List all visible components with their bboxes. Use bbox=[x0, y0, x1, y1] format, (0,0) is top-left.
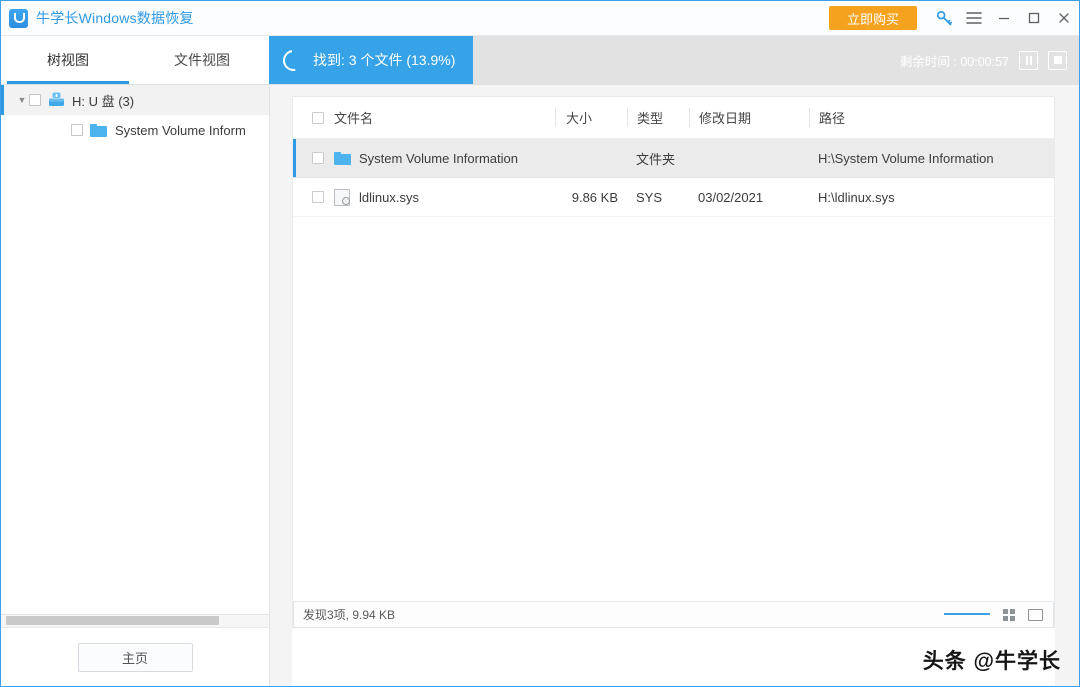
tab-file-view-label: 文件视图 bbox=[174, 50, 230, 70]
column-header-date[interactable]: 修改日期 bbox=[689, 108, 809, 127]
stop-square bbox=[1054, 56, 1062, 64]
cell-path: H:\System Volume Information bbox=[809, 151, 1054, 166]
window-controls: 立即购买 bbox=[829, 1, 1079, 35]
scan-status-bar: 找到: 3 个文件 (13.9%) 剩余时间 : 00:00:57 bbox=[269, 36, 1079, 84]
tree-item-system-volume-information-label: System Volume Inform bbox=[115, 123, 246, 138]
tab-tree-view[interactable]: 树视图 bbox=[1, 36, 135, 84]
folder-icon bbox=[90, 123, 107, 137]
folder-icon bbox=[334, 151, 351, 165]
cell-date: 03/02/2021 bbox=[689, 190, 809, 205]
scan-progress-fill: 找到: 3 个文件 (13.9%) bbox=[269, 36, 473, 84]
view-tabs: 树视图 文件视图 bbox=[1, 36, 269, 84]
application-window: 牛学长Windows数据恢复 立即购买 bbox=[0, 0, 1080, 687]
scrollbar-thumb[interactable] bbox=[6, 616, 219, 625]
tree-item-checkbox[interactable] bbox=[71, 124, 83, 136]
row-checkbox[interactable] bbox=[312, 191, 324, 203]
chevron-down-icon[interactable]: ▼ bbox=[15, 96, 29, 105]
cell-name: ldlinux.sys bbox=[293, 189, 555, 206]
maximize-icon[interactable] bbox=[1019, 1, 1049, 35]
main-content: 文件名 大小 类型 修改日期 路径 bbox=[270, 85, 1079, 686]
home-button[interactable]: 主页 bbox=[78, 643, 193, 672]
file-list-footer: 发现3项, 9.94 KB bbox=[293, 601, 1054, 628]
column-header-type-label: 类型 bbox=[637, 108, 663, 127]
pause-bars bbox=[1026, 56, 1032, 65]
row-checkbox[interactable] bbox=[312, 152, 324, 164]
buy-now-button[interactable]: 立即购买 bbox=[829, 6, 917, 30]
grid-view-icon[interactable] bbox=[1003, 609, 1015, 621]
file-search-icon bbox=[334, 189, 350, 206]
tree-item-system-volume-information[interactable]: System Volume Inform bbox=[1, 115, 269, 145]
view-mode-switcher bbox=[944, 609, 1043, 621]
column-header-name-label: 文件名 bbox=[334, 108, 373, 127]
cell-type: 文件夹 bbox=[627, 149, 689, 168]
sidebar-horizontal-scrollbar[interactable] bbox=[1, 615, 269, 628]
file-list-header: 文件名 大小 类型 修改日期 路径 bbox=[293, 97, 1054, 139]
tab-file-view[interactable]: 文件视图 bbox=[135, 36, 269, 84]
stop-icon[interactable] bbox=[1048, 51, 1067, 70]
column-header-path-label: 路径 bbox=[819, 108, 845, 127]
file-list-panel: 文件名 大小 类型 修改日期 路径 bbox=[292, 96, 1055, 628]
remaining-time-label: 剩余时间 : 00:00:57 bbox=[900, 51, 1009, 70]
scan-controls: 剩余时间 : 00:00:57 bbox=[900, 51, 1079, 70]
select-all-checkbox[interactable] bbox=[312, 112, 324, 124]
large-preview-icon[interactable] bbox=[1028, 609, 1043, 621]
minimize-icon[interactable] bbox=[989, 1, 1019, 35]
column-header-date-label: 修改日期 bbox=[699, 108, 751, 127]
cell-name-label: ldlinux.sys bbox=[359, 190, 419, 205]
app-logo-icon bbox=[9, 9, 28, 28]
tree-item-checkbox[interactable] bbox=[29, 94, 41, 106]
usb-drive-icon bbox=[48, 92, 65, 108]
table-row[interactable]: System Volume Information 文件夹 H:\System … bbox=[293, 139, 1054, 178]
cell-path: H:\ldlinux.sys bbox=[809, 190, 1054, 205]
close-icon[interactable] bbox=[1049, 1, 1079, 35]
column-header-size[interactable]: 大小 bbox=[555, 108, 627, 127]
tab-strip: 树视图 文件视图 找到: 3 个文件 (13.9%) 剩余时间 : 00:00:… bbox=[1, 36, 1079, 85]
cell-type: SYS bbox=[627, 190, 689, 205]
sidebar: ▼ H: U 盘 (3) System bbox=[1, 85, 270, 686]
main-body: ▼ H: U 盘 (3) System bbox=[1, 85, 1079, 686]
footer-status-text: 发现3项, 9.94 KB bbox=[303, 606, 395, 623]
loading-spinner-icon bbox=[279, 45, 308, 74]
column-header-name[interactable]: 文件名 bbox=[293, 108, 555, 127]
file-list-rows: System Volume Information 文件夹 H:\System … bbox=[293, 139, 1054, 601]
tree-item-drive-h[interactable]: ▼ H: U 盘 (3) bbox=[1, 85, 269, 115]
title-bar: 牛学长Windows数据恢复 立即购买 bbox=[1, 1, 1079, 36]
column-header-type[interactable]: 类型 bbox=[627, 108, 689, 127]
sidebar-bottom: 主页 bbox=[1, 614, 269, 686]
column-header-path[interactable]: 路径 bbox=[809, 108, 1054, 127]
drive-tree: ▼ H: U 盘 (3) System bbox=[1, 85, 269, 614]
hamburger-menu-icon[interactable] bbox=[959, 1, 989, 35]
pause-icon[interactable] bbox=[1019, 51, 1038, 70]
cell-size: 9.86 KB bbox=[555, 190, 627, 205]
cell-name: System Volume Information bbox=[293, 151, 555, 166]
list-view-icon[interactable] bbox=[944, 613, 990, 617]
cell-name-label: System Volume Information bbox=[359, 151, 518, 166]
table-row[interactable]: ldlinux.sys 9.86 KB SYS 03/02/2021 H:\ld… bbox=[293, 178, 1054, 217]
watermark-text: 头条 @牛学长 bbox=[923, 645, 1061, 675]
column-header-size-label: 大小 bbox=[566, 108, 592, 127]
key-icon[interactable] bbox=[929, 1, 959, 35]
scan-status-text: 找到: 3 个文件 (13.9%) bbox=[313, 50, 455, 70]
app-title: 牛学长Windows数据恢复 bbox=[36, 8, 194, 28]
tree-item-drive-h-label: H: U 盘 (3) bbox=[72, 91, 134, 110]
tab-tree-view-label: 树视图 bbox=[47, 50, 89, 70]
sidebar-footer: 主页 bbox=[1, 628, 269, 686]
